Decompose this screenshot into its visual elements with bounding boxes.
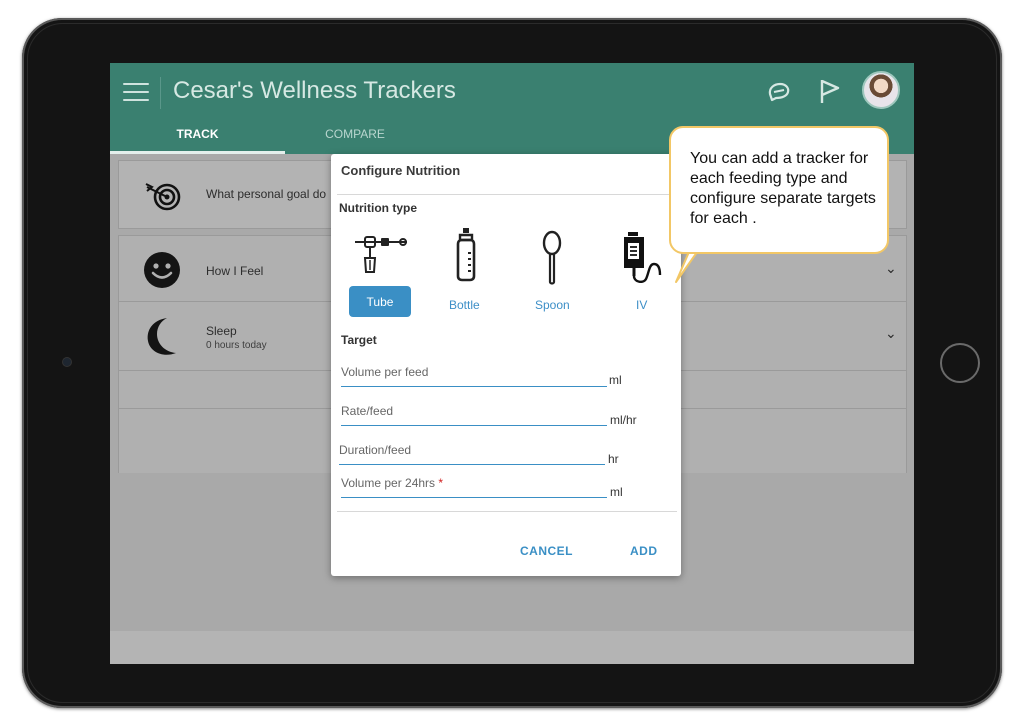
volume-per-feed-unit: ml (609, 373, 622, 387)
volume-per-24hrs-placeholder: Volume per 24hrs * (341, 476, 443, 490)
dialog-divider (337, 511, 677, 512)
tube-type-button[interactable]: Tube (349, 286, 411, 317)
moon-icon (147, 318, 176, 355)
bottle-type-button[interactable]: Bottle (449, 298, 480, 312)
field-underline (341, 497, 607, 498)
rate-per-feed-field[interactable]: Rate/feed (341, 404, 607, 426)
menu-icon[interactable] (123, 83, 149, 103)
configure-nutrition-dialog: Configure Nutrition Nutrition type Tube … (331, 154, 681, 576)
screen-bottom-area (110, 631, 914, 664)
sleep-sub-label: 0 hours today (206, 340, 267, 351)
bottle-icon[interactable] (451, 226, 481, 282)
home-button[interactable] (940, 343, 980, 383)
flag-icon[interactable] (817, 77, 843, 105)
app-title: Cesar's Wellness Trackers (173, 77, 456, 104)
rate-per-feed-unit: ml/hr (610, 413, 637, 427)
add-button[interactable]: ADD (630, 544, 658, 558)
nutrition-type-label: Nutrition type (339, 201, 417, 215)
sleep-label: Sleep (206, 324, 237, 338)
volume-per-24hrs-field[interactable]: Volume per 24hrs * (341, 476, 607, 498)
tab-selected-indicator (110, 151, 285, 154)
chevron-down-icon[interactable]: ⌄ (885, 260, 897, 277)
smiley-icon (144, 252, 180, 288)
duration-per-feed-unit: hr (608, 452, 619, 466)
iv-type-button[interactable]: IV (636, 298, 647, 312)
tip-callout: You can add a tracker for each feeding t… (669, 126, 889, 254)
spoon-icon[interactable] (539, 230, 565, 286)
iv-bag-icon[interactable] (619, 230, 669, 286)
dialog-divider (337, 194, 677, 195)
duration-per-feed-field[interactable]: Duration/feed (339, 443, 605, 465)
required-mark: * (438, 476, 444, 490)
user-avatar[interactable] (862, 71, 900, 109)
volume-per-feed-placeholder: Volume per feed (341, 365, 429, 379)
goal-card-text: What personal goal do (206, 187, 327, 201)
spoon-type-button[interactable]: Spoon (535, 298, 570, 312)
duration-per-feed-placeholder: Duration/feed (339, 443, 412, 457)
cancel-button[interactable]: CANCEL (520, 544, 573, 558)
target-label: Target (341, 333, 377, 347)
feeding-tube-icon[interactable] (351, 232, 413, 276)
target-icon (145, 183, 181, 211)
field-underline (341, 425, 607, 426)
callout-text: You can add a tracker for each feeding t… (690, 150, 876, 227)
camera-icon (63, 358, 71, 366)
bandage-icon[interactable] (765, 79, 793, 105)
volume-per-24hrs-text: Volume per 24hrs (341, 476, 436, 490)
volume-per-feed-field[interactable]: Volume per feed (341, 365, 607, 387)
how-i-feel-label: How I Feel (206, 264, 264, 278)
volume-per-24hrs-unit: ml (610, 485, 623, 499)
field-underline (341, 386, 607, 387)
rate-per-feed-placeholder: Rate/feed (341, 404, 394, 418)
dialog-title: Configure Nutrition (341, 163, 461, 178)
tab-compare[interactable]: COMPARE (285, 121, 425, 154)
field-underline (339, 464, 605, 465)
appbar-divider (160, 77, 161, 109)
chevron-down-icon[interactable]: ⌄ (885, 325, 897, 342)
tab-track[interactable]: TRACK (110, 121, 285, 154)
